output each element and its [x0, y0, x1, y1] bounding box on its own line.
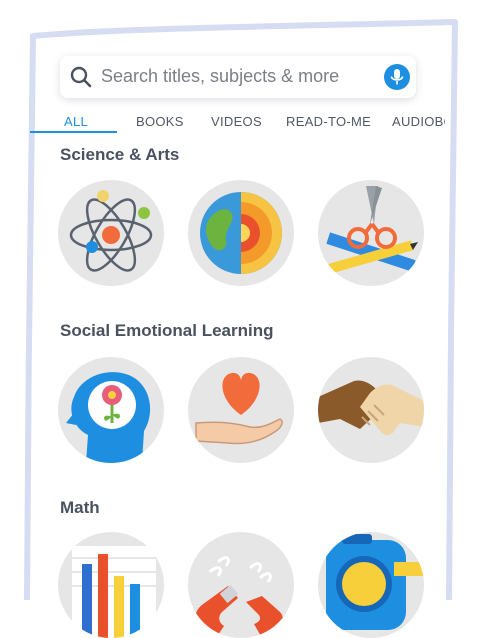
- search-bar[interactable]: Search titles, subjects & more: [60, 56, 416, 98]
- handshake-icon: [318, 380, 424, 436]
- search-input[interactable]: Search titles, subjects & more: [101, 66, 339, 87]
- atom-icon: [69, 190, 153, 272]
- filter-tabs: ALL BOOKS VIDEOS READ-TO-ME AUDIOBO: [30, 110, 445, 134]
- category-tile-mindfulness[interactable]: [58, 357, 164, 463]
- tab-read-to-me[interactable]: READ-TO-ME: [286, 114, 371, 129]
- tape-measure-icon: [326, 534, 424, 630]
- category-tile-atom[interactable]: [58, 180, 164, 286]
- magnet-icon: [195, 556, 283, 638]
- section-title-sel: Social Emotional Learning: [60, 321, 274, 340]
- category-tile-cooperation[interactable]: [318, 357, 424, 463]
- category-tile-graphs[interactable]: [58, 532, 164, 638]
- tab-books[interactable]: BOOKS: [136, 114, 184, 129]
- active-tab-indicator: [30, 131, 117, 133]
- category-tile-earth[interactable]: [188, 180, 294, 286]
- search-icon: [70, 66, 92, 88]
- section-title-science-arts: Science & Arts: [60, 145, 180, 164]
- bar-chart-icon: [72, 546, 156, 638]
- category-tile-measurement[interactable]: [318, 532, 424, 638]
- category-tile-magnets[interactable]: [188, 532, 294, 638]
- head-flower-icon: [66, 372, 151, 463]
- heart-hand-icon: [195, 372, 283, 445]
- microphone-icon: [390, 69, 404, 85]
- section-title-math: Math: [60, 498, 100, 517]
- tab-all[interactable]: ALL: [64, 114, 88, 129]
- tab-videos[interactable]: VIDEOS: [211, 114, 262, 129]
- tab-audiobooks[interactable]: AUDIOBO: [392, 114, 445, 129]
- category-tile-kindness[interactable]: [188, 357, 294, 463]
- microphone-button[interactable]: [384, 64, 410, 90]
- category-tile-art-supplies[interactable]: [318, 180, 424, 286]
- scissors-pencil-ruler-icon: [326, 186, 418, 274]
- earth-layers-icon: [200, 192, 282, 274]
